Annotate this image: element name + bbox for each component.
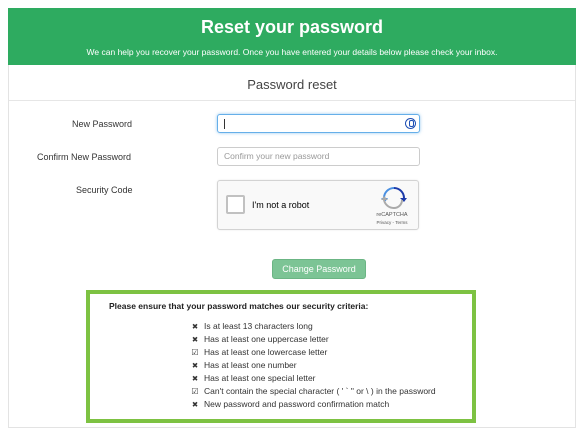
page-title: Reset your password — [200, 17, 384, 37]
page: Reset your password We can help you reco… — [0, 0, 584, 438]
confirm-password-input[interactable]: Confirm your new password — [217, 147, 420, 166]
criteria-item: Has at least one lowercase letter — [190, 346, 436, 359]
recaptcha-terms-link[interactable]: Privacy - Terms — [368, 220, 416, 225]
criteria-text: Can't contain the special character ( ' … — [204, 386, 436, 396]
criteria-item: New password and password confirmation m… — [190, 398, 436, 411]
confirm-password-label: Confirm New Password — [37, 152, 132, 162]
times-icon — [190, 320, 200, 333]
text-caret — [224, 119, 225, 129]
recaptcha-logo-icon — [381, 187, 407, 209]
page-subtitle: We can help you recover your password. O… — [86, 47, 498, 57]
card-divider — [9, 100, 575, 101]
criteria-item: Has at least one uppercase letter — [190, 333, 436, 346]
recaptcha-checkbox[interactable] — [226, 195, 245, 214]
password-manager-icon[interactable] — [405, 118, 416, 129]
criteria-item: Has at least one special letter — [190, 372, 436, 385]
password-reset-card: Password reset New Password Confirm New … — [8, 65, 576, 428]
new-password-label: New Password — [72, 119, 133, 129]
criteria-text: Has at least one uppercase letter — [204, 334, 329, 344]
times-icon — [190, 333, 200, 346]
criteria-text: Has at least one number — [204, 360, 297, 370]
recaptcha-widget: I'm not a robot reCAPTCHA Privacy - Term… — [217, 180, 419, 230]
criteria-text: Has at least one special letter — [204, 373, 316, 383]
check-square-icon — [190, 346, 200, 359]
criteria-item: Has at least one number — [190, 359, 436, 372]
criteria-list: Is at least 13 characters long Has at le… — [190, 320, 436, 411]
criteria-text: Has at least one lowercase letter — [204, 347, 328, 357]
times-icon — [190, 372, 200, 385]
recaptcha-label: I'm not a robot — [252, 200, 310, 210]
recaptcha-brand: reCAPTCHA — [376, 212, 408, 218]
criteria-heading: Please ensure that your password matches… — [109, 301, 369, 311]
criteria-item: Can't contain the special character ( ' … — [190, 385, 436, 398]
criteria-text: Is at least 13 characters long — [204, 321, 313, 331]
security-code-label: Security Code — [76, 185, 133, 195]
page-header: Reset your password We can help you reco… — [8, 8, 576, 65]
confirm-password-placeholder: Confirm your new password — [224, 151, 330, 161]
card-title: Password reset — [247, 77, 337, 92]
times-icon — [190, 398, 200, 411]
change-password-button[interactable]: Change Password — [272, 259, 366, 279]
times-icon — [190, 359, 200, 372]
criteria-text: New password and password confirmation m… — [204, 399, 390, 409]
criteria-item: Is at least 13 characters long — [190, 320, 436, 333]
security-criteria-box: Please ensure that your password matches… — [86, 290, 476, 423]
new-password-input[interactable] — [217, 114, 420, 133]
check-square-icon — [190, 385, 200, 398]
